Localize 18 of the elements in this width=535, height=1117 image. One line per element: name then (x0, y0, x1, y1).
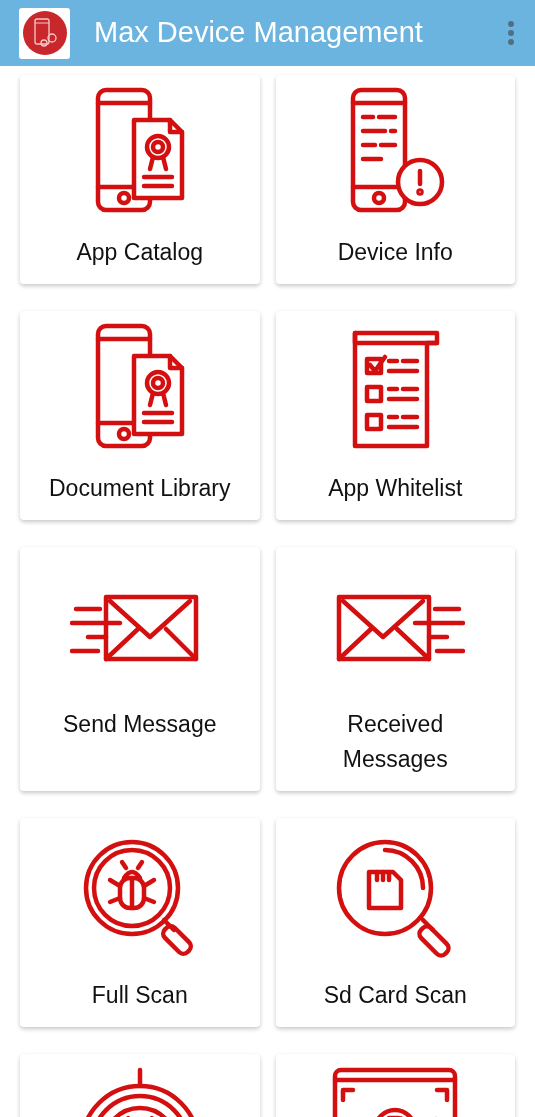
tile-label: Device Info (336, 238, 454, 267)
menu-tile[interactable]: Sd Card Scan (275, 818, 515, 1027)
menu-tile[interactable]: Full Scan (20, 818, 260, 1027)
tile-label: Send Message (62, 710, 218, 739)
tile-label: Document Library (48, 474, 232, 503)
app-title: Max Device Management (94, 15, 423, 51)
menu-tile[interactable]: App Whitelist (275, 311, 515, 520)
menu-tile[interactable]: Send Message (20, 547, 260, 791)
menu-tile[interactable]: Device Info (275, 75, 515, 284)
tile-label: App Catalog (75, 238, 205, 267)
menu-tile[interactable]: App Catalog (20, 75, 260, 284)
tile-label: App Whitelist (327, 474, 464, 503)
tile-label: Sd Card Scan (322, 981, 468, 1010)
tile-label: Full Scan (90, 981, 189, 1010)
menu-tile[interactable]: Received Messages (275, 547, 515, 791)
tile-label: Received Messages (341, 710, 449, 774)
app-logo-icon (19, 7, 70, 59)
menu-tile[interactable]: Document Library (20, 311, 260, 520)
